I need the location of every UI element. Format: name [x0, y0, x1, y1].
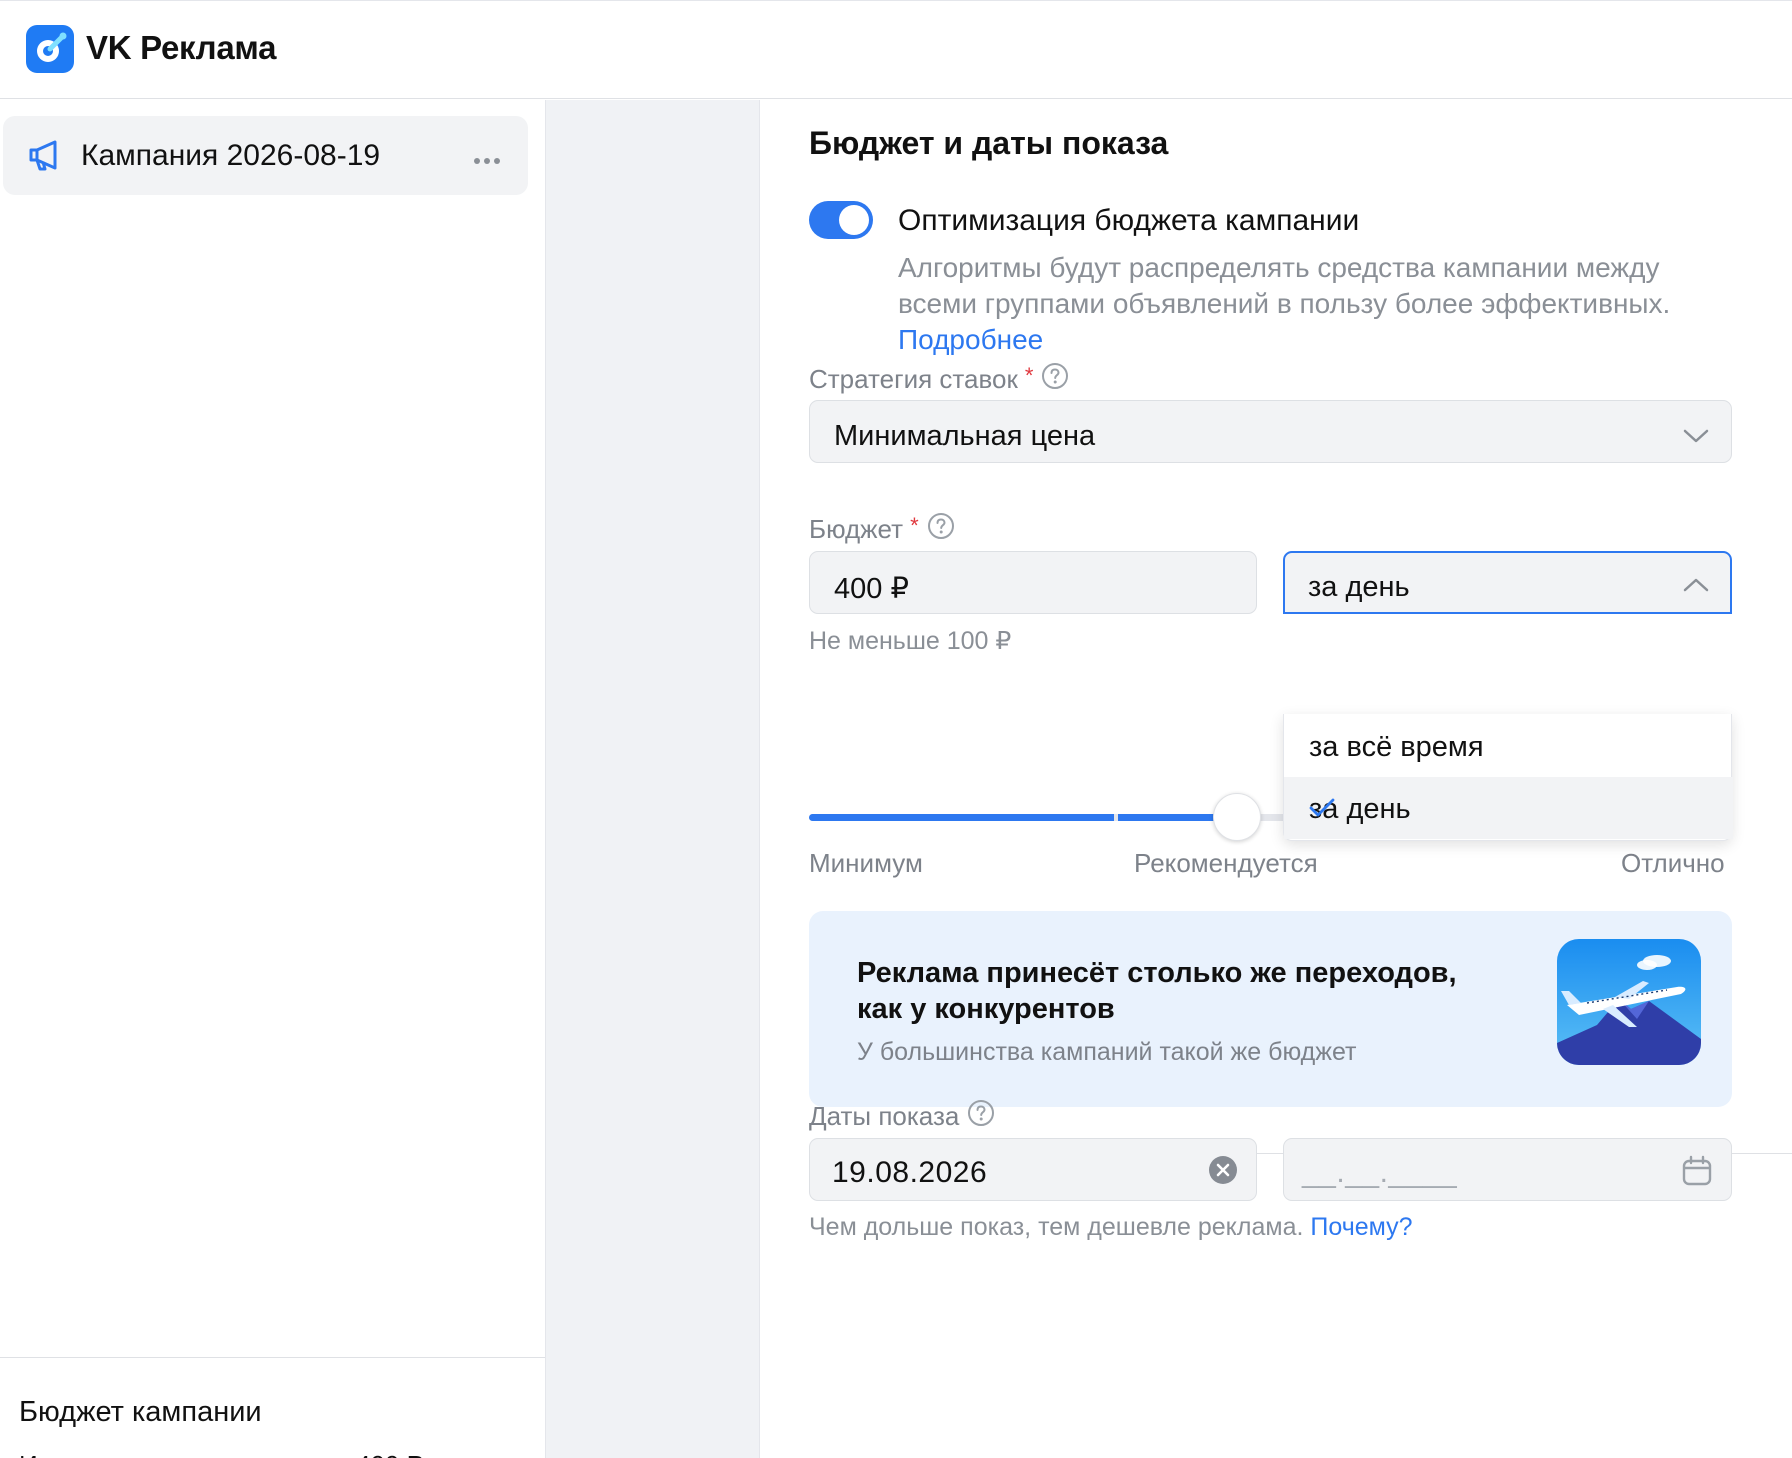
- budget-period-value: за день: [1308, 571, 1410, 603]
- budget-optimization-description: Алгоритмы будут распределять средства ка…: [898, 250, 1728, 358]
- section-title: Бюджет и даты показа: [809, 125, 1169, 161]
- dates-hint: Чем дольше показ, тем дешевле реклама. П…: [809, 1213, 1413, 1242]
- check-icon: [1309, 793, 1707, 826]
- budget-optimization-label: Оптимизация бюджета кампании: [898, 204, 1360, 237]
- dates-hint-text: Чем дольше показ, тем дешевле реклама.: [809, 1213, 1304, 1241]
- clear-icon[interactable]: [1208, 1155, 1238, 1190]
- help-icon[interactable]: [967, 1099, 995, 1134]
- dates-label: Даты показа: [809, 1099, 995, 1134]
- forecast-subtitle: У большинства кампаний такой же бюджет: [857, 1038, 1357, 1066]
- slider-label-minimum: Минимум: [809, 848, 923, 878]
- campaign-budget-summary: Бюджет кампании И 400 Р: [0, 1357, 545, 1458]
- option-label: за всё время: [1309, 731, 1484, 763]
- megaphone-icon: [25, 136, 63, 179]
- budget-slider-thumb[interactable]: [1213, 793, 1261, 841]
- sidebar: Кампания 2026-08-19 Бюджет кампании И 40…: [0, 100, 545, 1458]
- chevron-down-icon: [1683, 429, 1709, 448]
- help-icon[interactable]: [1041, 362, 1069, 397]
- start-date-input[interactable]: 19.08.2026: [809, 1138, 1257, 1201]
- bid-strategy-select[interactable]: Минимальная цена: [809, 400, 1732, 463]
- end-date-input[interactable]: __.__.____: [1283, 1138, 1732, 1201]
- budget-min-hint: Не меньше 100 ₽: [809, 627, 1012, 655]
- bid-strategy-label-text: Стратегия ставок: [809, 364, 1018, 394]
- budget-period-select[interactable]: за день: [1283, 551, 1732, 614]
- dates-label-text: Даты показа: [809, 1101, 960, 1131]
- more-info-link[interactable]: Подробнее: [898, 324, 1043, 355]
- budget-label: Бюджет *: [809, 512, 955, 547]
- chevron-up-icon: [1683, 578, 1709, 597]
- end-date-placeholder: __.__.____: [1302, 1156, 1458, 1189]
- help-icon[interactable]: [927, 512, 955, 547]
- forecast-title: Реклама принесёт столько же переходов, к…: [857, 957, 1457, 1025]
- budget-period-dropdown: за всё время за день: [1283, 714, 1733, 841]
- toggle-knob: [839, 205, 869, 235]
- app-header: VK Реклама: [0, 0, 1792, 99]
- budget-optimization-toggle[interactable]: [809, 201, 873, 239]
- budget-amount-input[interactable]: 400 ₽: [809, 551, 1257, 614]
- why-link[interactable]: Почему?: [1310, 1213, 1412, 1241]
- bid-strategy-value: Минимальная цена: [834, 420, 1096, 452]
- content-gutter: [545, 100, 760, 1458]
- required-mark: *: [910, 512, 919, 538]
- summary-row-label: И: [19, 1450, 38, 1458]
- bid-strategy-label: Стратегия ставок *: [809, 362, 1069, 397]
- app-title[interactable]: VK Реклама: [86, 29, 276, 67]
- required-mark: *: [1024, 362, 1034, 388]
- period-option-all-time[interactable]: за всё время: [1284, 715, 1733, 777]
- sidebar-item-campaign[interactable]: Кампания 2026-08-19: [3, 116, 528, 195]
- budget-label-text: Бюджет: [809, 514, 904, 544]
- start-date-value: 19.08.2026: [832, 1156, 988, 1189]
- calendar-icon[interactable]: [1681, 1155, 1713, 1192]
- more-horizontal-icon[interactable]: [473, 152, 501, 170]
- campaign-name: Кампания 2026-08-19: [81, 139, 381, 172]
- budget-panel: Бюджет и даты показа Оптимизация бюджета…: [761, 100, 1792, 1458]
- budget-forecast-card: Реклама принесёт столько же переходов, к…: [809, 911, 1732, 1107]
- slider-label-recommended: Рекомендуется: [1134, 848, 1318, 878]
- summary-row-value: 400 Р: [356, 1450, 424, 1458]
- period-option-per-day[interactable]: за день: [1284, 777, 1733, 839]
- description-text: Алгоритмы будут распределять средства ка…: [898, 252, 1671, 319]
- summary-title: Бюджет кампании: [19, 1396, 262, 1428]
- slider-label-excellent: Отлично: [1621, 848, 1725, 878]
- budget-slider-fill: [809, 814, 1114, 821]
- budget-amount-value: 400 ₽: [834, 573, 909, 605]
- airplane-illustration-icon: [1557, 939, 1701, 1065]
- vk-ads-logo-icon[interactable]: [26, 25, 74, 73]
